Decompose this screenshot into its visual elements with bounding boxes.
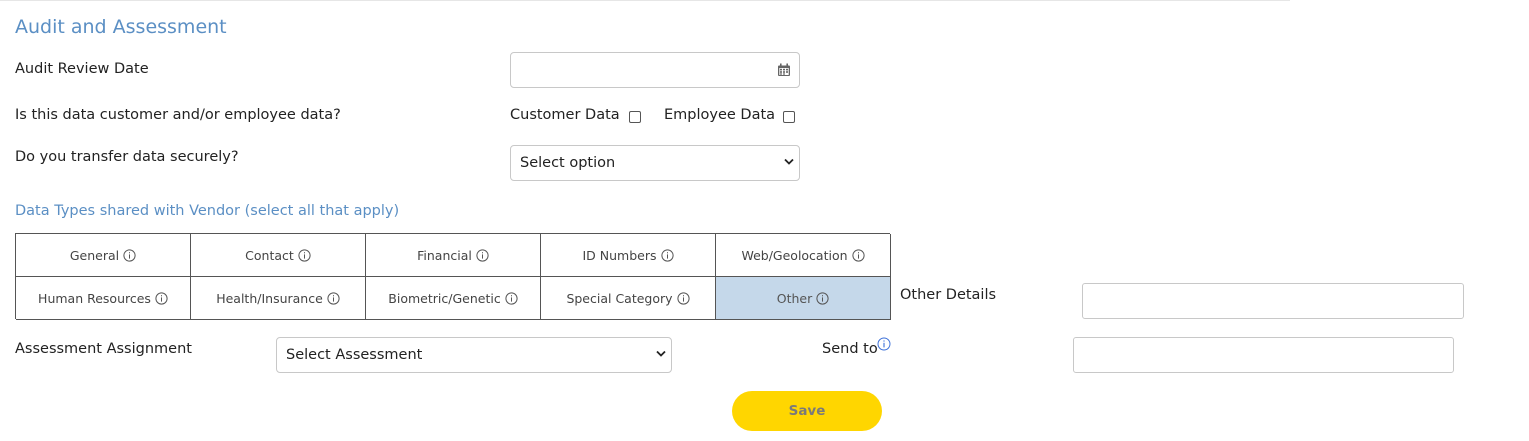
info-icon[interactable]: [155, 291, 168, 305]
data-types-grid: General Contact Financial ID Numbers Web…: [15, 233, 891, 320]
secure-transfer-selected: Select option: [520, 155, 616, 171]
data-type-label: Contact: [245, 247, 294, 263]
data-type-label: Human Resources: [38, 290, 151, 306]
send-to-input[interactable]: [1073, 337, 1454, 373]
section-title: Audit and Assessment: [15, 16, 227, 38]
data-type-label: Financial: [417, 247, 472, 263]
data-type-special-category[interactable]: Special Category: [541, 277, 716, 320]
info-icon[interactable]: [816, 291, 829, 305]
info-icon[interactable]: [505, 291, 518, 305]
calendar-icon[interactable]: [777, 63, 791, 77]
info-icon[interactable]: [476, 248, 489, 262]
assessment-selected: Select Assessment: [286, 347, 423, 363]
other-details-input[interactable]: [1082, 283, 1464, 319]
info-icon[interactable]: [298, 248, 311, 262]
info-icon[interactable]: [660, 248, 674, 262]
data-type-label: Other: [776, 290, 813, 306]
data-type-label: ID Numbers: [582, 247, 657, 263]
data-type-other[interactable]: Other: [716, 277, 891, 320]
data-type-label: Biometric/Genetic: [388, 290, 501, 306]
data-type-label: Special Category: [566, 290, 673, 306]
assessment-select[interactable]: Select Assessment: [276, 337, 672, 373]
info-icon[interactable]: [877, 337, 891, 351]
data-type-label: Health/Insurance: [216, 290, 323, 306]
data-type-financial[interactable]: Financial: [366, 234, 541, 277]
audit-assessment-page: Audit and Assessment Audit Review Date I…: [0, 0, 1529, 441]
customer-data-label: Customer Data: [510, 107, 620, 123]
save-button[interactable]: Save: [732, 391, 882, 431]
data-type-web-geolocation[interactable]: Web/Geolocation: [716, 234, 891, 277]
secure-transfer-question: Do you transfer data securely?: [15, 149, 239, 165]
customer-data-checkbox[interactable]: [629, 111, 641, 123]
info-icon[interactable]: [851, 248, 865, 262]
other-details-label: Other Details: [900, 287, 997, 303]
data-type-label: Web/Geolocation: [741, 247, 848, 263]
audit-review-date-input[interactable]: [510, 52, 800, 88]
info-icon[interactable]: [676, 291, 690, 305]
data-kind-question: Is this data customer and/or employee da…: [15, 107, 341, 123]
data-type-biometric-genetic[interactable]: Biometric/Genetic: [366, 277, 541, 320]
chevron-down-icon: [656, 350, 666, 357]
data-type-label: General: [69, 247, 120, 263]
data-type-general[interactable]: General: [16, 234, 191, 277]
audit-review-date-label: Audit Review Date: [15, 61, 149, 77]
data-type-contact[interactable]: Contact: [191, 234, 366, 277]
data-type-health-insurance[interactable]: Health/Insurance: [191, 277, 366, 320]
info-icon[interactable]: [327, 291, 340, 305]
send-to-label: Send to: [822, 341, 878, 357]
employee-data-checkbox[interactable]: [783, 111, 795, 123]
employee-data-label: Employee Data: [664, 107, 776, 123]
info-icon[interactable]: [123, 248, 136, 262]
assessment-assignment-label: Assessment Assignment: [15, 341, 192, 357]
chevron-down-icon: [784, 158, 794, 165]
secure-transfer-select[interactable]: Select option: [510, 145, 800, 181]
top-divider: [0, 0, 1290, 1]
data-type-id-numbers[interactable]: ID Numbers: [541, 234, 716, 277]
data-type-human-resources[interactable]: Human Resources: [16, 277, 191, 320]
data-types-heading: Data Types shared with Vendor (select al…: [15, 203, 400, 219]
